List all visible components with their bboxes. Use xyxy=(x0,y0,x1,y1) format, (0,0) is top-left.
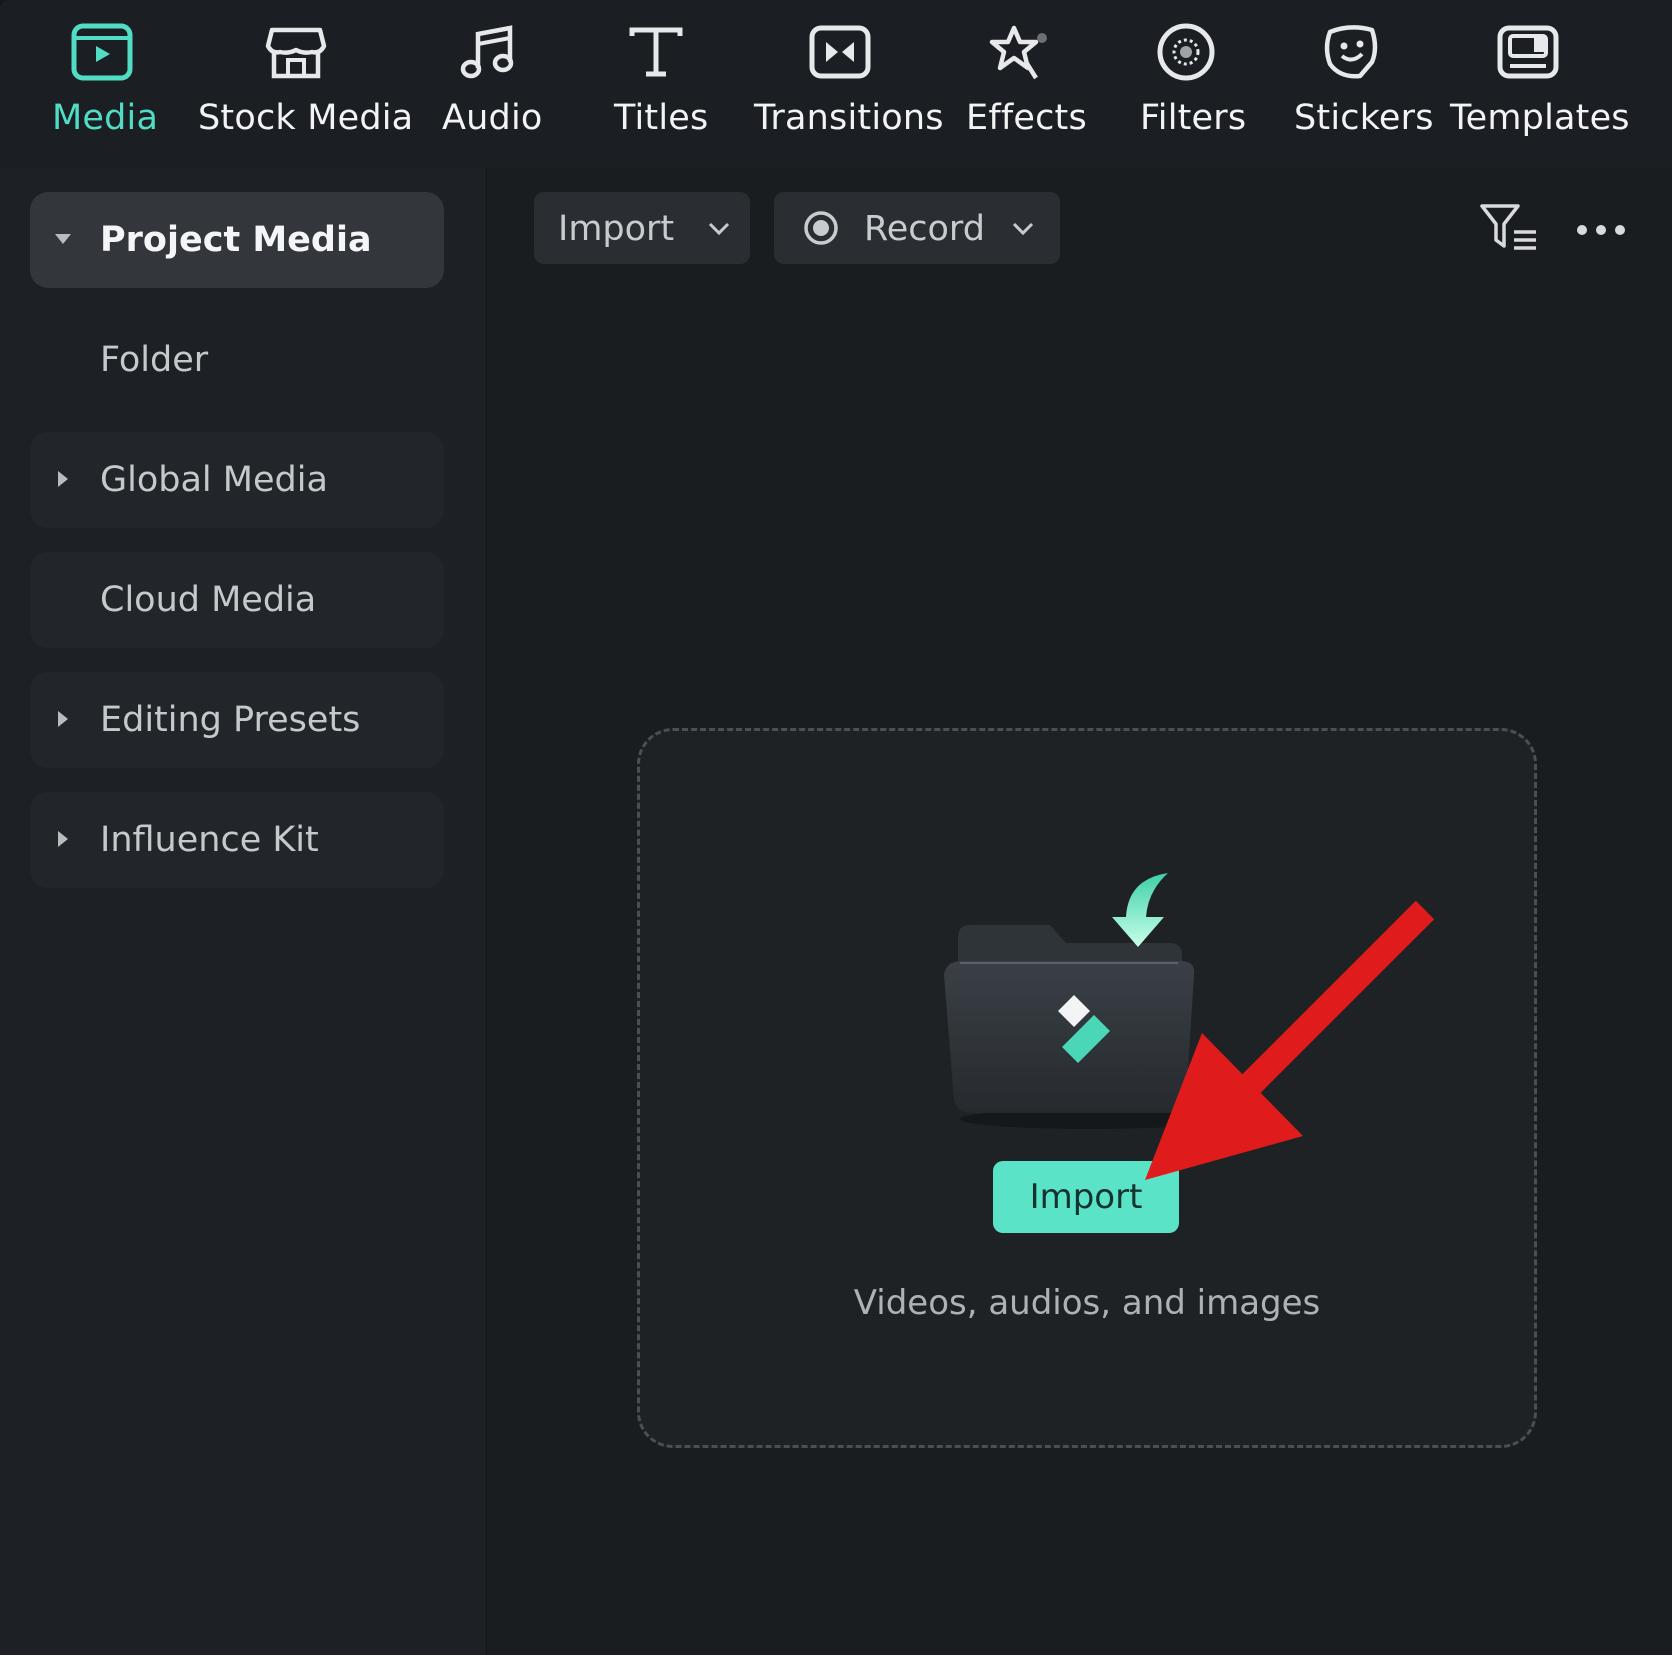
sidebar-item-label: Project Media xyxy=(100,220,372,260)
chevron-down-icon xyxy=(1012,222,1034,236)
sidebar-item-label: Folder xyxy=(100,340,209,380)
tab-templates[interactable]: Templates xyxy=(1448,0,1630,168)
caret-right-icon xyxy=(58,711,68,727)
tab-label: Stock Media xyxy=(198,98,414,138)
sticker-face-icon xyxy=(1324,25,1378,79)
more-options-icon[interactable] xyxy=(1574,220,1628,240)
tab-titles[interactable]: Titles xyxy=(612,0,708,168)
record-dropdown-label: Record xyxy=(864,209,985,249)
sidebar-item-label: Editing Presets xyxy=(100,700,361,740)
tab-stickers[interactable]: Stickers xyxy=(1292,0,1433,168)
record-dropdown-button[interactable]: Record xyxy=(774,192,1060,264)
sidebar-item-folder[interactable]: Folder xyxy=(30,312,444,408)
text-t-icon xyxy=(629,27,683,77)
music-note-icon xyxy=(460,25,514,79)
tab-audio[interactable]: Audio xyxy=(440,0,543,168)
tab-effects[interactable]: Effects xyxy=(964,0,1087,168)
sidebar-item-label: Influence Kit xyxy=(100,820,319,860)
tab-label: Templates xyxy=(1450,98,1630,138)
tab-stock-media[interactable]: Stock Media xyxy=(196,0,413,168)
top-tab-bar: Media Stock Media Audio Titles Transitio… xyxy=(0,0,1672,168)
store-icon xyxy=(265,27,327,79)
transition-icon xyxy=(809,25,871,79)
template-icon xyxy=(1497,25,1559,79)
sidebar-item-project-media[interactable]: Project Media xyxy=(30,192,444,288)
media-drop-zone[interactable]: Import Videos, audios, and images xyxy=(637,728,1537,1448)
tab-transitions[interactable]: Transitions xyxy=(752,0,944,168)
tab-label: Effects xyxy=(966,98,1087,138)
media-icon xyxy=(71,23,133,81)
tab-filters[interactable]: Filters xyxy=(1138,0,1246,168)
tab-label: Titles xyxy=(614,98,709,138)
import-dropdown-label: Import xyxy=(558,209,675,249)
filter-sort-icon[interactable] xyxy=(1478,200,1540,254)
import-button-label: Import xyxy=(1029,1177,1143,1217)
sidebar-item-editing-presets[interactable]: Editing Presets xyxy=(30,672,444,768)
tab-label: Stickers xyxy=(1294,98,1434,138)
tab-label: Audio xyxy=(442,98,543,138)
media-library-panel: Import Record Import Videos, audios, and… xyxy=(487,168,1672,1655)
tab-media[interactable]: Media xyxy=(42,0,162,168)
tab-label: Media xyxy=(52,98,159,138)
import-button[interactable]: Import xyxy=(993,1161,1179,1233)
drop-zone-hint: Videos, audios, and images xyxy=(853,1283,1321,1323)
caret-right-icon xyxy=(58,471,68,487)
tab-label: Filters xyxy=(1140,98,1247,138)
folder-import-illustration xyxy=(944,873,1220,1129)
sidebar-item-label: Cloud Media xyxy=(100,580,317,620)
sidebar-item-global-media[interactable]: Global Media xyxy=(30,432,444,528)
record-icon xyxy=(804,211,838,245)
filter-circle-icon xyxy=(1157,23,1215,81)
tab-label: Transitions xyxy=(754,98,944,138)
import-dropdown-button[interactable]: Import xyxy=(534,192,750,264)
chevron-down-icon xyxy=(708,222,730,236)
sparkle-icon xyxy=(989,25,1047,80)
sidebar-item-cloud-media[interactable]: Cloud Media xyxy=(30,552,444,648)
caret-down-icon xyxy=(55,234,71,244)
caret-right-icon xyxy=(58,831,68,847)
media-sidebar: Project Media Folder Global Media Cloud … xyxy=(0,168,487,1655)
sidebar-item-influence-kit[interactable]: Influence Kit xyxy=(30,792,444,888)
sidebar-item-label: Global Media xyxy=(100,460,328,500)
